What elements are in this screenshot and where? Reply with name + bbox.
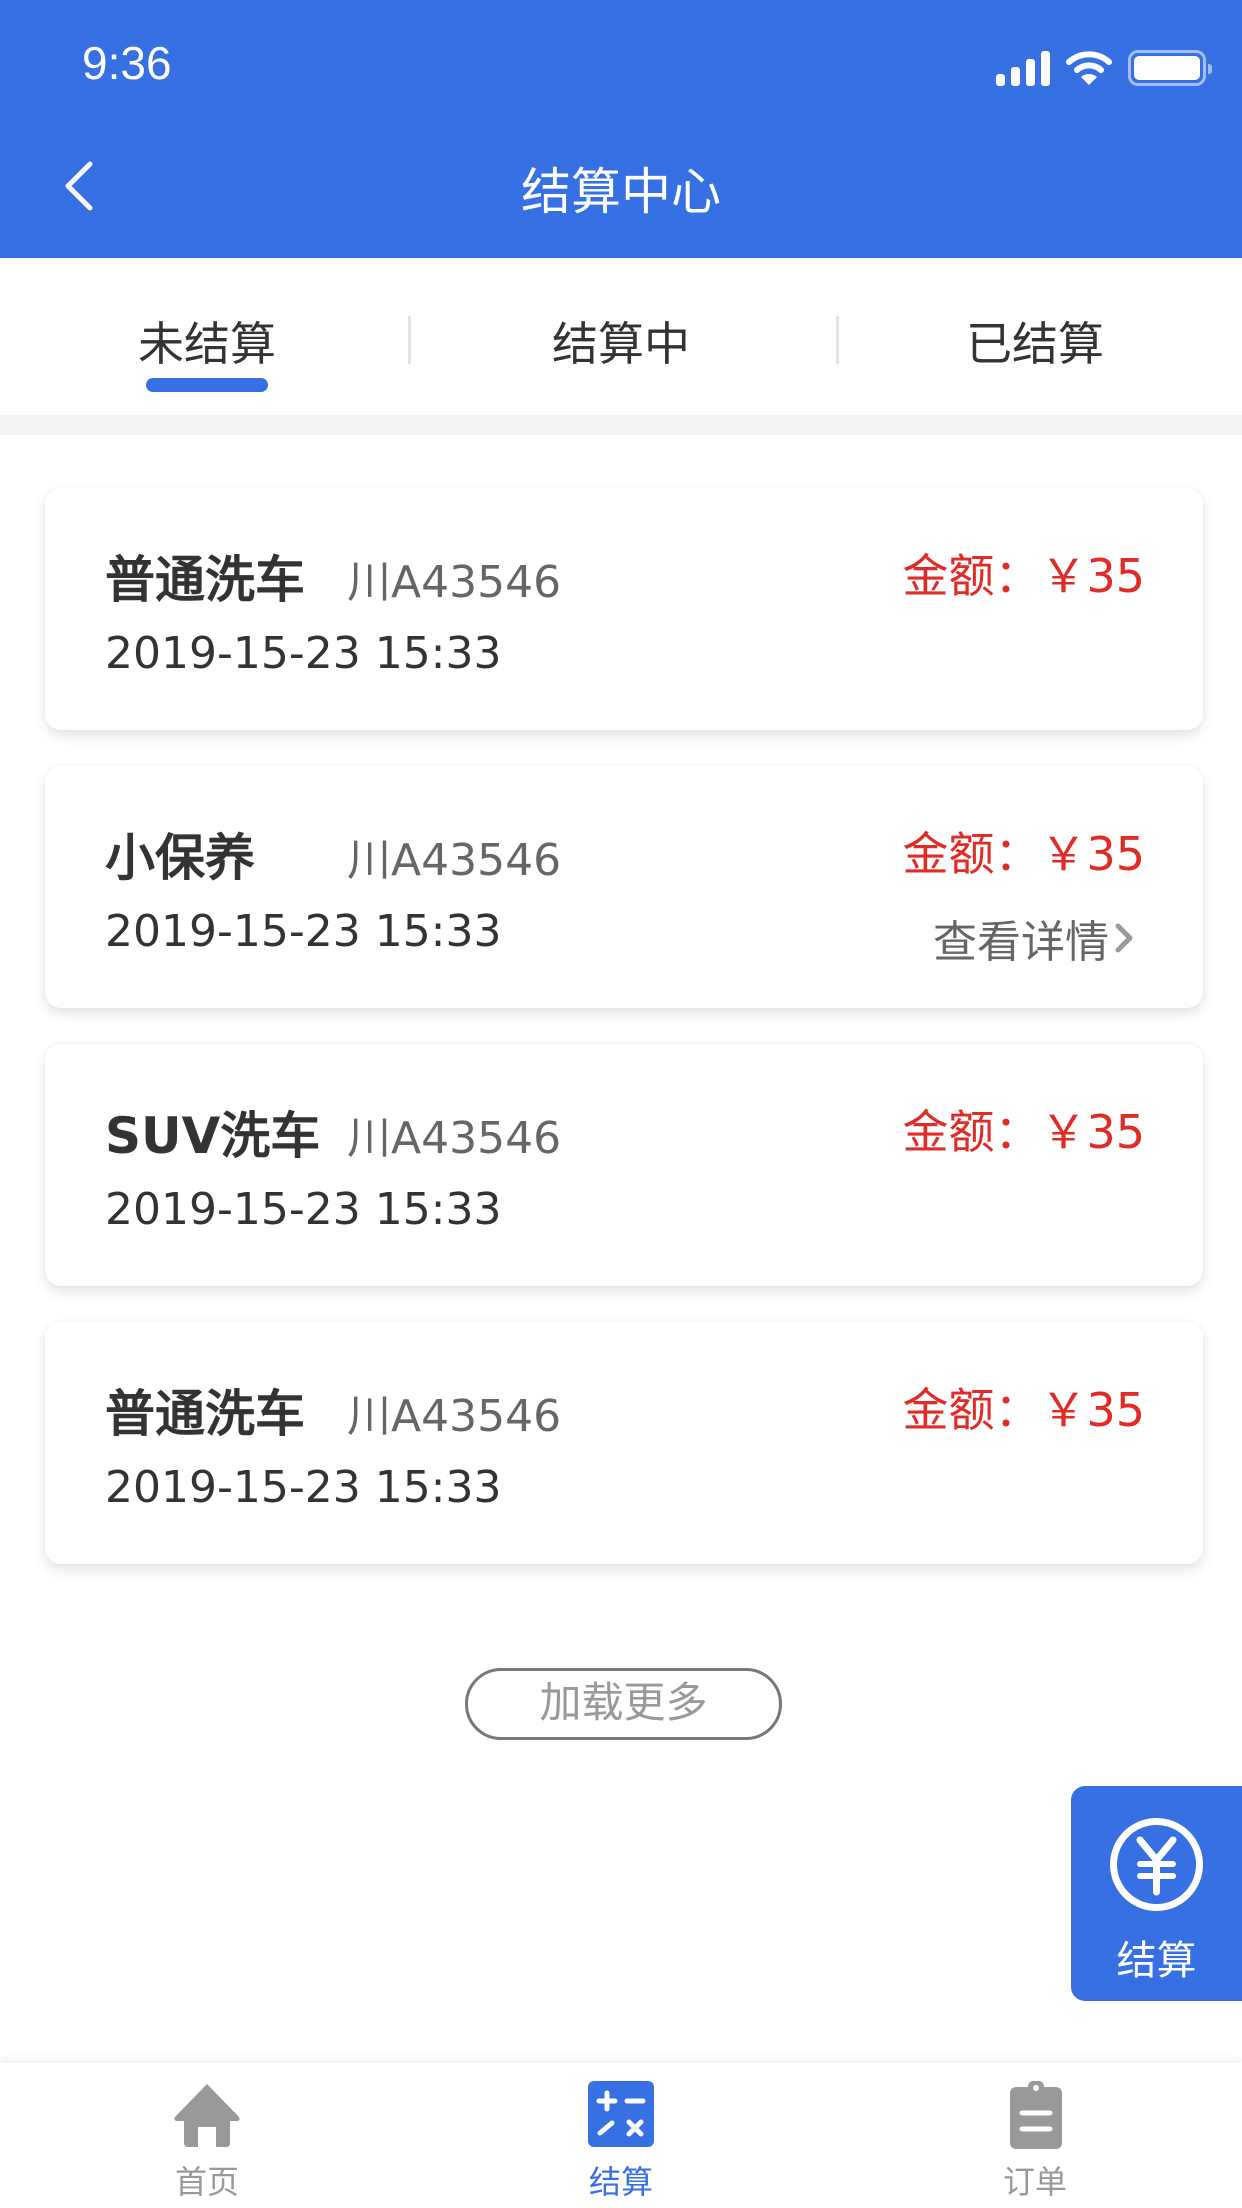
- order-date: 2019-15-23 15:33: [105, 1184, 502, 1235]
- tab-unsettled[interactable]: 未结算: [0, 258, 414, 415]
- service-name: 小保养: [105, 829, 255, 887]
- plate-number: 川A43546: [347, 557, 562, 608]
- bottom-nav-label: 首页: [174, 2163, 239, 2201]
- view-details-link[interactable]: 查看详情: [933, 906, 1135, 970]
- order-amount: 金额：￥35: [902, 1105, 1145, 1159]
- chevron-right-icon: [1115, 923, 1133, 953]
- signal-icon: [996, 50, 1050, 86]
- settlement-tabs: 未结算 结算中 已结算: [0, 258, 1242, 415]
- order-amount: 金额：￥35: [902, 1383, 1145, 1437]
- clipboard-icon: [1010, 2081, 1062, 2149]
- plate-number: 川A43546: [347, 1391, 562, 1442]
- calculator-icon: [588, 2081, 654, 2147]
- settle-float-label: 结算: [1116, 1938, 1197, 1984]
- service-name: 普通洗车: [105, 1385, 305, 1443]
- order-date: 2019-15-23 15:33: [105, 628, 502, 679]
- tab-label: 未结算: [138, 317, 276, 371]
- order-card[interactable]: 小保养 川A43546 2019-15-23 15:33 金额：￥35 查看详情: [45, 766, 1203, 1008]
- battery-icon: [1128, 50, 1212, 86]
- page-title: 结算中心: [521, 163, 721, 221]
- status-time: 9:36: [82, 37, 172, 89]
- plate-number: 川A43546: [347, 835, 562, 886]
- plate-number: 川A43546: [347, 1113, 562, 1164]
- wifi-icon: [1066, 51, 1112, 85]
- bottom-nav-home[interactable]: 首页: [0, 2063, 414, 2208]
- bottom-nav: 首页 结算 订单: [0, 2063, 1242, 2208]
- tab-divider: [408, 316, 411, 364]
- view-details-label: 查看详情: [933, 917, 1109, 968]
- order-date: 2019-15-23 15:33: [105, 906, 502, 957]
- header: 9:36 结算中心: [0, 0, 1242, 258]
- active-tab-indicator: [146, 378, 268, 392]
- tab-label: 结算中: [552, 317, 690, 371]
- bottom-nav-settle[interactable]: 结算: [414, 2063, 828, 2208]
- order-card[interactable]: 普通洗车 川A43546 2019-15-23 15:33 金额：￥35: [45, 488, 1203, 730]
- tab-settling[interactable]: 结算中: [414, 258, 828, 415]
- bottom-nav-label: 结算: [588, 2163, 653, 2201]
- order-amount: 金额：￥35: [902, 827, 1145, 881]
- service-name: 普通洗车: [105, 551, 305, 609]
- load-more-button[interactable]: 加载更多: [465, 1668, 782, 1740]
- settle-float-button[interactable]: 结算: [1071, 1786, 1242, 2001]
- order-amount: 金额：￥35: [902, 549, 1145, 603]
- tab-label: 已结算: [966, 317, 1104, 371]
- order-card[interactable]: 普通洗车 川A43546 2019-15-23 15:33 金额：￥35: [45, 1322, 1203, 1564]
- home-icon: [174, 2084, 240, 2147]
- bottom-nav-label: 订单: [1002, 2163, 1067, 2201]
- yen-circle-icon: [1110, 1818, 1203, 1911]
- bottom-nav-orders[interactable]: 订单: [828, 2063, 1242, 2208]
- tab-settled[interactable]: 已结算: [828, 258, 1242, 415]
- section-divider: [0, 415, 1242, 435]
- service-name: SUV洗车: [105, 1107, 321, 1165]
- order-card[interactable]: SUV洗车 川A43546 2019-15-23 15:33 金额：￥35: [45, 1044, 1203, 1286]
- tab-divider: [836, 316, 839, 364]
- status-icons: [996, 48, 1212, 88]
- order-date: 2019-15-23 15:33: [105, 1462, 502, 1513]
